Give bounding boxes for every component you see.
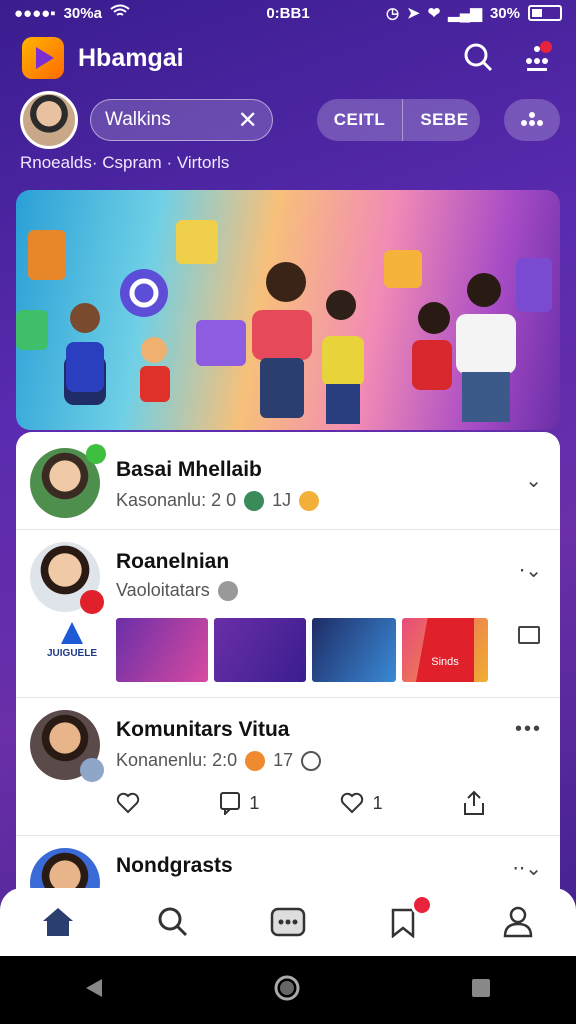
more-icon[interactable]: ⋅⋅⌄	[513, 856, 542, 881]
leaf-icon	[244, 490, 265, 511]
hero-banner[interactable]	[16, 190, 560, 430]
carrier-text: 30%a	[63, 4, 102, 22]
like-button[interactable]	[116, 792, 140, 814]
feed-list: Basai Mhellaib Kasonanlu: 2 0 1J ⌄ Roane…	[16, 432, 560, 892]
verified-badge-icon	[80, 758, 104, 782]
search-field[interactable]: ✕	[90, 99, 273, 141]
like-count: 1	[372, 792, 383, 813]
online-badge-icon	[86, 444, 106, 464]
post-meta-text: Kasonanlu: 2 0	[116, 490, 237, 510]
share-icon	[463, 790, 484, 815]
signal-icon: ●●●●▪	[14, 4, 56, 22]
emoji-icon	[245, 750, 266, 771]
more-horizontal-icon[interactable]: •••	[515, 718, 542, 741]
feed-item[interactable]: Nondgrasts ⋅⋅⌄	[16, 836, 560, 892]
media-thumb[interactable]	[116, 618, 208, 682]
home-circle-icon	[274, 975, 300, 1000]
more-icon[interactable]: ⋅⌄	[519, 558, 542, 583]
cell-bars-icon: ▂▄▆	[448, 5, 482, 22]
profile-avatar[interactable]	[20, 91, 78, 149]
post-author[interactable]: Komunitars Vitua	[116, 718, 289, 742]
post-meta: Konanenlu: 2:0 17	[116, 750, 322, 771]
user-row: ✕ CEITL SEBE	[20, 90, 561, 150]
clear-icon[interactable]: ✕	[238, 106, 258, 135]
post-author[interactable]: Nondgrasts	[116, 854, 233, 878]
back-triangle-icon	[86, 978, 103, 997]
search-icon	[464, 43, 493, 72]
heart-outline-icon	[340, 792, 363, 814]
back-button[interactable]	[84, 977, 104, 1004]
home-button[interactable]	[273, 974, 301, 1007]
favorite-button[interactable]: 1	[339, 792, 383, 814]
comment-button[interactable]: 1	[219, 791, 259, 815]
post-meta-count: 17	[273, 750, 294, 770]
user-icon	[504, 906, 533, 938]
clock-icon	[217, 580, 238, 601]
nav-home[interactable]	[36, 900, 80, 944]
filter-segments: CEITL SEBE	[316, 99, 480, 141]
search-button[interactable]	[462, 41, 496, 75]
hero-illustration	[16, 220, 552, 424]
post-author[interactable]: Basai Mhellaib	[116, 458, 262, 482]
overflow-menu-button[interactable]	[520, 41, 554, 75]
chat-icon	[270, 907, 306, 937]
more-options-button[interactable]	[503, 99, 561, 141]
share-button[interactable]	[462, 790, 486, 816]
square-icon[interactable]	[518, 626, 540, 644]
post-avatar[interactable]	[30, 848, 100, 892]
recents-square-icon	[471, 978, 490, 997]
recents-button[interactable]	[470, 977, 492, 1004]
chevron-down-icon[interactable]: ⌄	[525, 468, 542, 493]
alarm-icon: ◷	[386, 5, 400, 22]
heart-icon: ❤	[427, 5, 441, 22]
battery-percent: 30%	[489, 4, 520, 22]
comment-count: 1	[249, 792, 260, 813]
comment-icon	[220, 792, 241, 815]
media-thumb[interactable]	[214, 618, 306, 682]
dots-cluster-icon	[520, 112, 543, 126]
clock-icon	[301, 750, 322, 771]
clock: 0:BB1	[266, 4, 310, 22]
post-meta-count: 1J	[272, 490, 292, 510]
emoji-icon	[299, 490, 320, 511]
app-title: Hbamgai	[78, 43, 184, 72]
notification-badge	[411, 894, 434, 916]
post-meta: Vaoloitatars	[116, 580, 238, 601]
bottom-nav	[0, 888, 576, 956]
wifi-icon	[110, 4, 130, 22]
app-header: Hbamgai	[0, 30, 576, 86]
segment-a[interactable]: CEITL	[317, 99, 403, 141]
nav-messages[interactable]	[266, 900, 310, 944]
segment-b[interactable]: SEBE	[402, 99, 480, 141]
feed-item[interactable]: Basai Mhellaib Kasonanlu: 2 0 1J ⌄	[16, 432, 560, 530]
app-logo	[22, 37, 64, 79]
status-bar: ●●●●▪ 30%a 0:BB1 ◷ ➤ ❤ ▂▄▆ 30%	[0, 0, 576, 26]
home-icon	[42, 908, 73, 936]
feed-item[interactable]: Komunitars Vitua Konanenlu: 2:0 17 ••• 1…	[16, 698, 560, 836]
breadcrumb: Rnoealds· Cspram · Virtorls	[20, 153, 230, 172]
search-input[interactable]	[105, 109, 225, 131]
system-nav-bar	[0, 956, 576, 1024]
notification-dot	[540, 41, 552, 53]
battery-icon	[528, 5, 562, 21]
brand-logo: JUIGUELE	[36, 622, 108, 659]
nav-notifications[interactable]	[381, 894, 434, 944]
heart-outline-icon	[116, 792, 140, 814]
post-meta: Kasonanlu: 2 0 1J	[116, 490, 320, 511]
search-icon	[158, 907, 187, 937]
post-meta-text: Konanenlu: 2:0	[116, 750, 238, 770]
post-author[interactable]: Roanelnian	[116, 550, 229, 574]
location-icon: ➤	[407, 5, 420, 22]
live-badge-icon	[80, 590, 104, 614]
feed-item[interactable]: Roanelnian Vaoloitatars ⋅⌄ JUIGUELE Sind…	[16, 530, 560, 698]
post-meta-text: Vaoloitatars	[116, 580, 210, 600]
nav-profile[interactable]	[496, 900, 540, 944]
post-actions: 1 1	[116, 790, 486, 816]
media-thumb[interactable]	[312, 618, 396, 682]
nav-search[interactable]	[151, 900, 195, 944]
